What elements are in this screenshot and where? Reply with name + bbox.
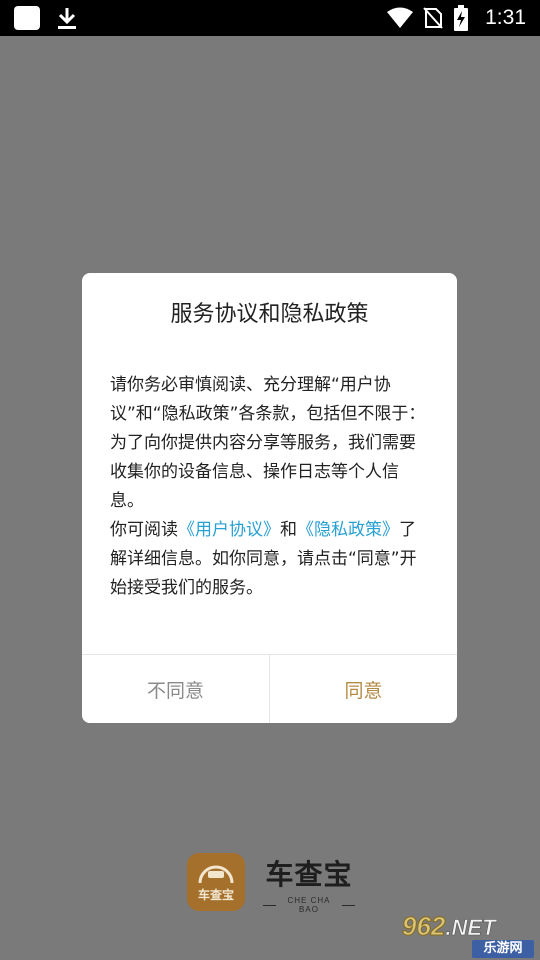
brand-block: 车查宝 CHE CHA BAO bbox=[263, 858, 355, 914]
status-time: 1:31 bbox=[485, 6, 526, 29]
brand-name: 车查宝 bbox=[265, 858, 353, 891]
dialog-body-read-prefix: 你可阅读 bbox=[110, 520, 178, 540]
divider bbox=[342, 904, 355, 906]
divider bbox=[263, 904, 276, 906]
dialog-body-and: 和 bbox=[280, 520, 297, 540]
brand-subtitle: CHE CHA BAO bbox=[287, 896, 331, 914]
status-bar-right: 1:31 bbox=[387, 4, 526, 32]
app-logo: 车查宝 bbox=[187, 853, 245, 911]
disagree-button[interactable]: 不同意 bbox=[82, 655, 270, 723]
watermark-top: 962.NET bbox=[401, 911, 536, 941]
no-sim-icon bbox=[423, 7, 443, 29]
dialog-title: 服务协议和隐私政策 bbox=[170, 302, 369, 327]
app-logo-text: 车查宝 bbox=[197, 888, 234, 902]
app-notification-icon bbox=[14, 6, 40, 30]
agree-button[interactable]: 同意 bbox=[270, 655, 457, 723]
status-bar: 1:31 bbox=[0, 0, 540, 36]
dialog-body-intro: 请你务必审慎阅读、充分理解“用户协议”和“隐私政策”各条款，包括但不限于：为了向… bbox=[110, 375, 426, 511]
dialog-body: 请你务必审慎阅读、充分理解“用户协议”和“隐私政策”各条款，包括但不限于：为了向… bbox=[110, 371, 432, 603]
user-agreement-link[interactable]: 《用户协议》 bbox=[178, 520, 280, 540]
privacy-policy-link[interactable]: 《隐私政策》 bbox=[297, 520, 399, 540]
watermark-text: 乐游网 bbox=[472, 940, 534, 958]
watermark-suffix: .NET bbox=[445, 915, 496, 941]
status-bar-left bbox=[14, 6, 78, 30]
privacy-dialog: 服务协议和隐私政策 请你务必审慎阅读、充分理解“用户协议”和“隐私政策”各条款，… bbox=[82, 273, 457, 723]
dialog-footer: 不同意 同意 bbox=[82, 654, 457, 723]
download-icon bbox=[58, 8, 76, 29]
wifi-icon bbox=[387, 7, 414, 28]
watermark-number: 962 bbox=[401, 911, 446, 941]
watermark-logo: 962.NET 乐游网 bbox=[401, 911, 536, 958]
battery-charging-icon bbox=[454, 5, 469, 31]
brand-subtitle-row: CHE CHA BAO bbox=[263, 896, 355, 914]
gear-icon bbox=[198, 865, 234, 884]
